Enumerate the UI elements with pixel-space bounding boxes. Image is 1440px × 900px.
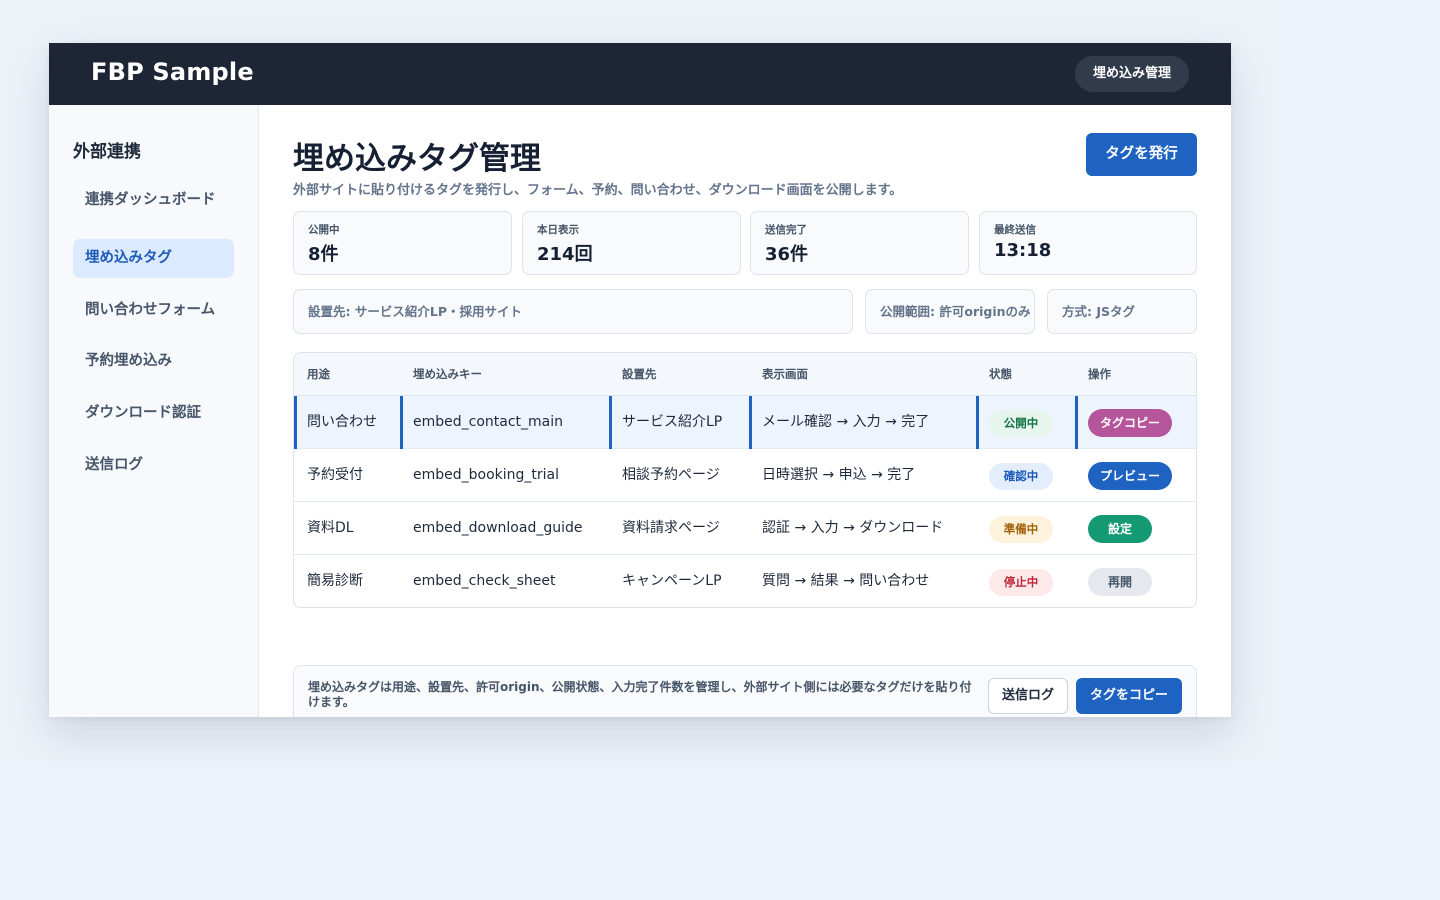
cell-key: embed_download_guide [413, 520, 583, 536]
embed-tag-table: 用途 埋め込みキー 設置先 表示画面 状態 操作 問い合わせ embed_con… [293, 352, 1197, 608]
cell-screen: 認証 → 入力 → ダウンロード [762, 520, 944, 536]
stat-card-last-send: 最終送信 13:18 [979, 211, 1197, 275]
column-header-purpose: 用途 [307, 367, 330, 381]
cell-purpose: 予約受付 [307, 467, 363, 483]
issue-tag-button[interactable]: タグを発行 [1086, 133, 1197, 176]
stat-card-views-today: 本日表示 214回 [522, 211, 741, 275]
cell-key: embed_contact_main [400, 396, 609, 449]
stat-value: 214回 [537, 244, 593, 265]
column-header-placement: 設置先 [622, 367, 657, 381]
cell-screen: メール確認 → 入力 → 完了 [749, 396, 976, 449]
stat-card-published: 公開中 8件 [293, 211, 512, 275]
stat-value: 36件 [765, 244, 809, 265]
sidebar-item-dashboard[interactable]: 連携ダッシュボード [73, 181, 234, 220]
copy-tag-button[interactable]: タグをコピー [1076, 678, 1182, 714]
cell-screen: 日時選択 → 申込 → 完了 [762, 467, 916, 483]
app-window: FBP Sample 埋め込み管理 外部連携 連携ダッシュボード 埋め込みタグ … [49, 43, 1231, 717]
table-row[interactable]: 問い合わせ embed_contact_main サービス紹介LP メール確認 … [294, 396, 1196, 449]
status-badge: 公開中 [989, 410, 1053, 437]
placement-filter[interactable]: 設置先: サービス紹介LP・採用サイト [293, 289, 853, 334]
table-row[interactable]: 資料DL embed_download_guide 資料請求ページ 認証 → 入… [294, 502, 1196, 555]
sidebar-item-send-log[interactable]: 送信ログ [73, 446, 234, 485]
cell-placement: 資料請求ページ [622, 520, 720, 536]
column-header-key: 埋め込みキー [413, 367, 482, 381]
sidebar: 外部連携 連携ダッシュボード 埋め込みタグ 問い合わせフォーム 予約埋め込み ダ… [49, 105, 259, 717]
cell-purpose: 資料DL [307, 520, 354, 536]
status-badge: 準備中 [989, 516, 1053, 543]
table-row[interactable]: 予約受付 embed_booking_trial 相談予約ページ 日時選択 → … [294, 449, 1196, 502]
scope-filter[interactable]: 公開範囲: 許可originのみ [865, 289, 1035, 334]
status-badge: 停止中 [989, 569, 1053, 596]
settings-action-button[interactable]: 設定 [1088, 515, 1152, 543]
footer-panel: 埋め込みタグは用途、設置先、許可origin、公開状態、入力完了件数を管理し、外… [293, 665, 1197, 717]
stat-card-submissions: 送信完了 36件 [750, 211, 969, 275]
stat-label: 送信完了 [765, 224, 807, 236]
top-bar: FBP Sample 埋め込み管理 [49, 43, 1231, 105]
stat-value: 13:18 [994, 240, 1052, 261]
send-log-button[interactable]: 送信ログ [988, 678, 1068, 714]
brand-logo: FBP Sample [91, 58, 254, 86]
stat-label: 公開中 [308, 224, 340, 236]
cell-purpose: 問い合わせ [294, 396, 400, 449]
cell-key: embed_booking_trial [413, 467, 560, 483]
method-filter[interactable]: 方式: JSタグ [1047, 289, 1197, 334]
main-content: 埋め込みタグ管理 外部サイトに貼り付けるタグを発行し、フォーム、予約、問い合わせ… [293, 105, 1197, 717]
page-subtitle: 外部サイトに貼り付けるタグを発行し、フォーム、予約、問い合わせ、ダウンロード画面… [293, 183, 903, 198]
table-row[interactable]: 簡易診断 embed_check_sheet キャンペーンLP 質問 → 結果 … [294, 555, 1196, 607]
cell-purpose: 簡易診断 [307, 573, 363, 589]
table-header: 用途 埋め込みキー 設置先 表示画面 状態 操作 [294, 353, 1196, 396]
cell-placement: 相談予約ページ [622, 467, 720, 483]
preview-action-button[interactable]: プレビュー [1088, 462, 1172, 490]
stat-label: 本日表示 [537, 224, 579, 236]
column-header-status: 状態 [989, 367, 1012, 381]
cell-placement: サービス紹介LP [609, 396, 749, 449]
page-title: 埋め込みタグ管理 [293, 141, 541, 177]
resume-action-button[interactable]: 再開 [1088, 568, 1152, 596]
sidebar-title: 外部連携 [73, 142, 141, 162]
sidebar-item-embed-tags[interactable]: 埋め込みタグ [73, 239, 234, 278]
column-header-screen: 表示画面 [762, 367, 808, 381]
stat-value: 8件 [308, 244, 339, 265]
stat-label: 最終送信 [994, 224, 1036, 236]
column-header-action: 操作 [1088, 367, 1111, 381]
cell-key: embed_check_sheet [413, 573, 556, 589]
sidebar-item-download-auth[interactable]: ダウンロード認証 [73, 394, 234, 433]
sidebar-item-booking-embed[interactable]: 予約埋め込み [73, 342, 234, 381]
cell-placement: キャンペーンLP [622, 573, 722, 589]
cell-screen: 質問 → 結果 → 問い合わせ [762, 573, 930, 589]
footer-note: 埋め込みタグは用途、設置先、許可origin、公開状態、入力完了件数を管理し、外… [308, 680, 972, 709]
embed-management-pill[interactable]: 埋め込み管理 [1074, 56, 1189, 92]
status-badge: 確認中 [989, 463, 1053, 490]
sidebar-item-contact-form[interactable]: 問い合わせフォーム [73, 291, 234, 330]
copy-tag-action-button[interactable]: タグコピー [1088, 409, 1172, 437]
